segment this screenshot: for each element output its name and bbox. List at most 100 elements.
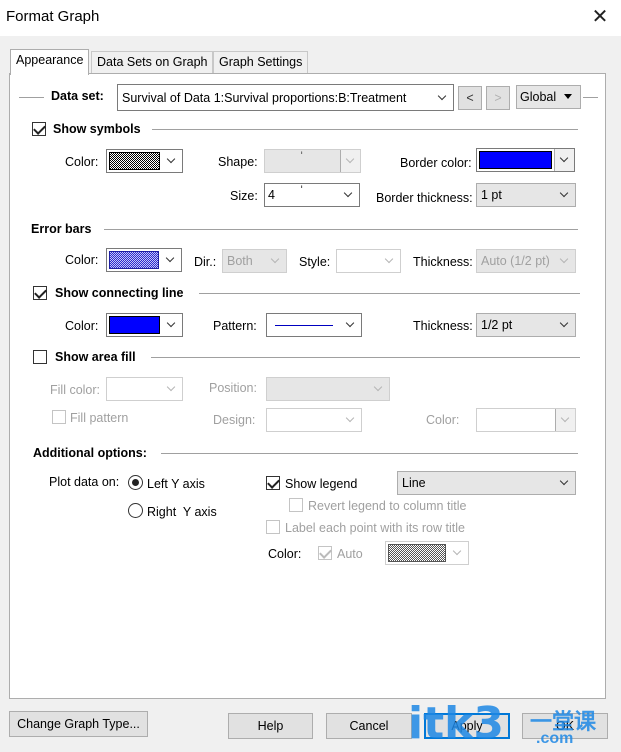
revert-legend-label: Revert legend to column title (308, 499, 467, 513)
label-points-checkbox[interactable] (266, 520, 280, 534)
color-swatch (109, 251, 159, 269)
show-symbols-label: Show symbols (53, 122, 141, 136)
fill-color-select[interactable] (106, 377, 183, 401)
fill-design-color-select[interactable] (476, 408, 576, 432)
chevron-down-icon (555, 472, 575, 494)
right-y-axis-label: Right Y axis (147, 505, 217, 519)
chevron-down-icon (162, 314, 182, 336)
show-connecting-line-label: Show connecting line (55, 286, 184, 300)
show-area-fill-label: Show area fill (55, 350, 136, 364)
dataset-select[interactable]: Survival of Data 1:Survival proportions:… (117, 84, 454, 111)
change-graph-type-button[interactable]: Change Graph Type... (9, 711, 148, 737)
window-title: Format Graph (6, 8, 100, 25)
fill-pattern-checkbox[interactable] (52, 410, 66, 424)
chevron-down-icon (341, 314, 361, 336)
border-color-select[interactable] (476, 148, 575, 172)
chevron-down-icon (341, 409, 361, 431)
legend-value: Line (402, 476, 426, 490)
show-area-fill-checkbox[interactable] (33, 350, 47, 364)
dir-select[interactable]: Both (222, 249, 287, 273)
error-thickness-select[interactable]: Auto (1/2 pt) (476, 249, 576, 273)
legend-color-label: Color: (268, 547, 302, 561)
symbol-color-label: Color: (65, 155, 99, 169)
pattern-select[interactable] (266, 313, 362, 337)
chevron-down-icon (448, 542, 468, 564)
caret-down-icon (564, 94, 572, 99)
dir-label: Dir.: (194, 255, 217, 269)
chevron-down-icon (162, 150, 182, 172)
right-y-axis-radio[interactable] (128, 503, 143, 518)
line-color-swatch (109, 316, 160, 334)
previous-dataset-button[interactable]: < (458, 86, 482, 110)
symbol-color-select[interactable] (106, 149, 183, 173)
design-select[interactable] (266, 408, 362, 432)
dataset-label: Data set: (51, 89, 104, 103)
line-color-select[interactable] (106, 313, 183, 337)
scope-select[interactable]: Global (516, 85, 581, 109)
legend-color-select[interactable] (385, 541, 469, 565)
divider (152, 129, 578, 130)
border-thickness-value: 1 pt (481, 188, 502, 202)
chevron-down-icon (433, 87, 453, 109)
show-symbols-checkbox[interactable] (32, 122, 46, 136)
apply-button[interactable]: Apply (424, 713, 510, 739)
ok-button[interactable]: OK (522, 713, 608, 739)
color-swatch (109, 152, 160, 170)
cancel-button[interactable]: Cancel (326, 713, 412, 739)
shape-value: ˈ (299, 150, 305, 167)
dir-value: Both (227, 254, 253, 268)
left-y-axis-label: Left Y axis (147, 477, 205, 491)
show-legend-checkbox[interactable] (266, 476, 280, 490)
chevron-down-icon (339, 184, 359, 206)
size-marker: ˈ (299, 184, 305, 201)
tab-graph-settings[interactable]: Graph Settings (213, 51, 309, 73)
chevron-down-icon (266, 250, 286, 272)
size-select[interactable]: 4 ˈ (264, 183, 360, 207)
next-dataset-button[interactable]: > (486, 86, 510, 110)
fill-design-color-label: Color: (426, 413, 460, 427)
fill-pattern-label: Fill pattern (70, 411, 129, 425)
help-button[interactable]: Help (228, 713, 313, 739)
tab-data-sets-on-graph[interactable]: Data Sets on Graph (91, 51, 214, 73)
divider (19, 97, 44, 98)
show-legend-label: Show legend (285, 477, 358, 491)
line-thickness-label: Thickness: (413, 319, 473, 333)
chevron-down-icon (555, 184, 575, 206)
line-pattern-preview (275, 325, 333, 326)
auto-color-label: Auto (337, 547, 363, 561)
left-y-axis-radio[interactable] (128, 475, 143, 490)
style-select[interactable] (336, 249, 401, 273)
size-value: 4 (268, 188, 275, 202)
dataset-value: Survival of Data 1:Survival proportions:… (122, 91, 407, 105)
show-connecting-line-checkbox[interactable] (33, 286, 47, 300)
close-icon[interactable]: ✕ (590, 6, 610, 28)
chevron-down-icon (555, 409, 575, 431)
shape-select[interactable]: ˈ (264, 149, 361, 173)
error-bar-color-select[interactable] (106, 248, 182, 272)
pattern-label: Pattern: (213, 319, 257, 333)
error-thickness-value: Auto (1/2 pt) (481, 254, 550, 268)
legend-select[interactable]: Line (397, 471, 576, 495)
style-label: Style: (299, 255, 331, 269)
line-color-label: Color: (65, 319, 99, 333)
position-select[interactable] (266, 377, 390, 401)
error-bars-label: Error bars (31, 222, 92, 236)
fill-color-label: Fill color: (50, 383, 101, 397)
border-color-swatch (479, 151, 552, 169)
chevron-down-icon (555, 314, 575, 336)
tab-appearance[interactable]: Appearance (10, 49, 90, 75)
chevron-down-icon (162, 378, 182, 400)
shape-label: Shape: (218, 155, 258, 169)
additional-options-label: Additional options: (33, 446, 147, 460)
divider (161, 453, 578, 454)
border-color-label: Border color: (400, 156, 472, 170)
divider (104, 229, 578, 230)
auto-color-checkbox[interactable] (318, 546, 332, 560)
line-thickness-value: 1/2 pt (481, 318, 513, 332)
revert-legend-checkbox[interactable] (289, 498, 303, 512)
design-label: Design: (213, 413, 256, 427)
line-thickness-select[interactable]: 1/2 pt (476, 313, 576, 337)
border-thickness-select[interactable]: 1 pt (476, 183, 576, 207)
chevron-down-icon (340, 150, 360, 172)
position-label: Position: (209, 381, 257, 395)
